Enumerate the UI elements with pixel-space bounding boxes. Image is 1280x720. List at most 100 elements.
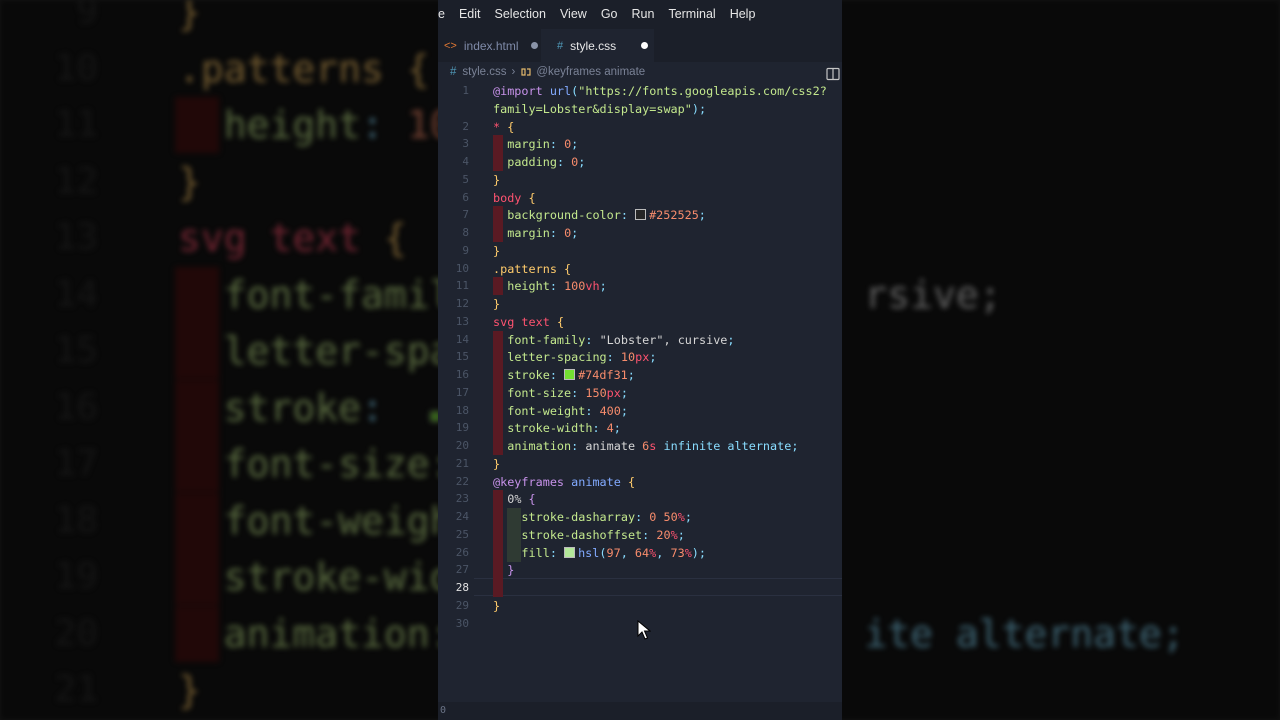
mouse-pointer-icon — [637, 620, 651, 640]
code-token: #74df31 — [578, 368, 628, 382]
html-file-icon: <> — [444, 39, 457, 52]
code-line[interactable]: 24 stroke-dasharray: 0 50%; — [438, 508, 842, 526]
code-line[interactable]: 13 svg text { — [438, 313, 842, 331]
code-line[interactable]: 27 } — [438, 561, 842, 580]
code-text: @import url("https://fonts.googleapis.co… — [493, 82, 827, 100]
menu-file[interactable]: e — [438, 0, 452, 29]
code-token: { — [507, 119, 515, 134]
code-line[interactable]: 2 * { — [438, 118, 842, 136]
code-line[interactable]: 15 letter-spacing: 10px; — [438, 348, 842, 367]
code-token: font-family — [507, 332, 586, 347]
code-line[interactable]: 1 @import url("https://fonts.googleapis.c… — [438, 82, 842, 100]
code-line[interactable]: 22 @keyframes animate { — [438, 473, 842, 491]
code-line[interactable]: 4 padding: 0; — [438, 153, 842, 171]
code-line[interactable]: 14 font-family: "Lobster", cursive; — [438, 330, 842, 349]
line-number: 25 — [455, 527, 469, 541]
menu-edit[interactable]: Edit — [452, 0, 488, 29]
code-token: : — [620, 208, 628, 223]
css-file-icon: # — [557, 39, 564, 52]
unsaved-dot-icon[interactable] — [641, 42, 649, 49]
code-line[interactable]: 11 height: 100vh; — [438, 277, 842, 296]
menu-view[interactable]: View — [553, 0, 594, 29]
breadcrumb-file[interactable]: style.css — [462, 66, 506, 78]
code-token: animate — [578, 439, 643, 453]
code-token: ; — [791, 439, 799, 453]
code-line[interactable]: 25 stroke-dashoffset: 20%; — [438, 525, 842, 544]
code-line[interactable]: 20 animation: animate 6s infinite altern… — [438, 437, 842, 455]
color-swatch-icon[interactable] — [564, 369, 576, 380]
code-token: : — [556, 155, 565, 169]
code-token: ; — [599, 279, 607, 294]
code-line[interactable]: 10 .patterns { — [438, 260, 842, 278]
code-line[interactable]: 18 font-weight: 400; — [438, 401, 842, 420]
code-line[interactable]: 26 fill: hsl(97, 64%, 73%); — [438, 543, 842, 562]
symbol-icon — [521, 68, 531, 76]
code-line[interactable]: 23 0% { — [438, 490, 842, 509]
code-token: ; — [620, 385, 628, 400]
menu-selection[interactable]: Selection — [488, 0, 553, 29]
code-editor-window: e Edit Selection View Go Run Terminal He… — [438, 0, 842, 720]
tab-index-html[interactable]: <> index.html — [438, 29, 541, 62]
code-token: ; — [578, 155, 586, 169]
code-text: letter-spacing: 10px; — [493, 348, 656, 366]
menu-run[interactable]: Run — [625, 0, 662, 29]
code-text: } — [493, 597, 500, 615]
code-token: % — [677, 510, 685, 524]
code-text: background-color: #252525; — [493, 206, 706, 224]
code-token: % — [684, 545, 692, 560]
line-number: 7 — [462, 208, 469, 222]
code-line[interactable]: 3 margin: 0; — [438, 135, 842, 154]
code-line[interactable]: 8 margin: 0; — [438, 224, 842, 242]
code-line[interactable]: family=Lobster&display=swap"); — [438, 100, 842, 118]
tab-style-css[interactable]: # style.css — [541, 29, 654, 62]
code-token: text — [521, 314, 550, 329]
code-token: family=Lobster&display=swap" — [493, 101, 692, 116]
code-token: ); — [691, 101, 707, 116]
line-number: 21 — [455, 456, 469, 470]
line-number: 16 — [455, 368, 469, 381]
code-text: } — [493, 295, 500, 313]
code-token: ; — [698, 208, 706, 223]
code-line[interactable]: 16 stroke: #74df31; — [438, 366, 842, 384]
code-token: #252525 — [649, 208, 699, 223]
color-swatch-icon[interactable] — [564, 546, 576, 558]
code-token: { — [627, 474, 636, 489]
code-line[interactable]: 21} — [438, 455, 842, 473]
code-token: : — [592, 421, 600, 436]
breadcrumb-symbol[interactable]: @keyframes animate — [536, 66, 645, 78]
code-token: px — [606, 385, 621, 400]
code-token: 20 — [656, 527, 671, 542]
code-token: } — [493, 297, 501, 311]
code-line[interactable]: 28 — [438, 579, 842, 597]
code-token: url — [549, 84, 572, 98]
menu-go[interactable]: Go — [594, 0, 625, 29]
css-file-icon: # — [450, 66, 457, 78]
line-number: 15 — [455, 350, 469, 364]
code-line[interactable]: 19 stroke-width: 4; — [438, 419, 842, 438]
menu-help[interactable]: Help — [723, 0, 763, 29]
menu-bar: e Edit Selection View Go Run Terminal He… — [438, 0, 842, 29]
code-line[interactable]: 6 body { — [438, 189, 842, 207]
code-token: svg — [493, 314, 515, 329]
unsaved-dot-icon — [530, 42, 538, 49]
menu-terminal[interactable]: Terminal — [661, 0, 722, 29]
code-line[interactable]: 17 font-size: 150px; — [438, 383, 842, 402]
code-line[interactable]: 12} — [438, 295, 842, 313]
code-line[interactable]: 29} — [438, 597, 842, 615]
code-token: : — [549, 137, 557, 152]
code-line[interactable]: 9} — [438, 242, 842, 260]
split-editor-icon[interactable] — [826, 67, 840, 81]
code-line[interactable]: 7 background-color: #252525; — [438, 206, 842, 225]
code-token: margin — [507, 226, 550, 240]
color-swatch-icon[interactable] — [635, 209, 647, 221]
code-line[interactable]: 5} — [438, 171, 842, 189]
